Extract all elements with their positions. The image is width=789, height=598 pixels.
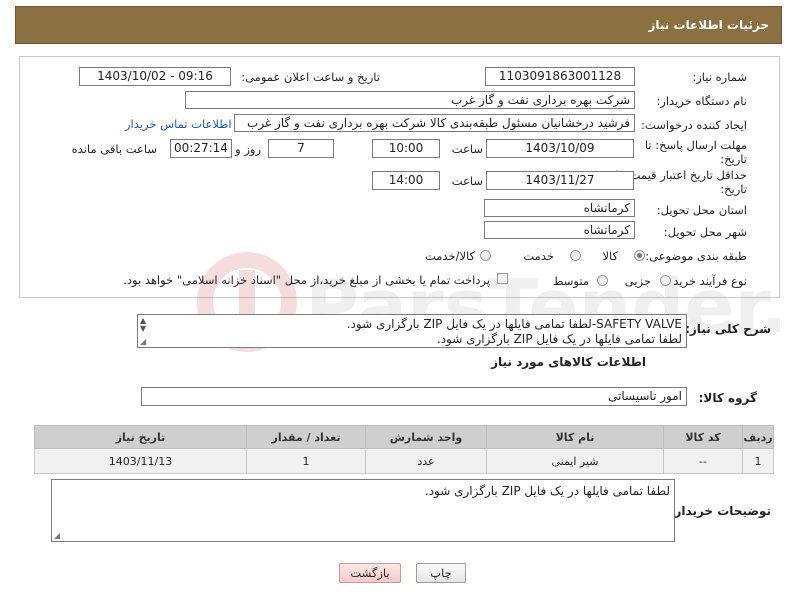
page-header: جزئیات اطلاعات نیاز (15, 6, 782, 44)
deadline-label: مهلت ارسال پاسخ: تا (644, 138, 747, 152)
need-number-field: 1103091863001128 (485, 67, 635, 86)
price-validity-date-label: تاریخ: (720, 182, 747, 196)
description-textarea[interactable]: SAFETY VALVE-لطفا تمامی فایلها در یک فای… (137, 314, 687, 348)
category-label: طبقه بندی موضوعی: (645, 249, 747, 263)
process-radio-minor[interactable] (660, 275, 671, 286)
buyer-notes-textarea[interactable]: لطفا تمامی فایلها در یک فایل ZIP بارگزار… (51, 479, 675, 542)
creator-field: فرشید درخشانیان مسئول طبقه‌بندی کالا شرک… (234, 114, 635, 132)
days-field: 7 (268, 139, 334, 158)
buyer-contact-link[interactable]: اطلاعات تماس خریدار (125, 117, 232, 131)
days-label: روز و (235, 142, 261, 156)
deadline-date-label: تاریخ: (720, 152, 747, 166)
need-number-label: شماره نیاز: (692, 70, 747, 84)
print-button[interactable]: چاپ (416, 563, 466, 583)
col-name: نام کالا (486, 425, 664, 449)
goods-table-header: ردیف کد کالا نام کالا واحد شمارش تعداد /… (34, 425, 774, 449)
scroll-down-icon[interactable]: ▼ (140, 325, 146, 333)
category-option-goods: کالا (602, 249, 618, 263)
description-line-1: SAFETY VALVE-لطفا تمامی فایلها در یک فای… (346, 317, 682, 331)
remaining-time-field: 00:27:14 (170, 139, 232, 158)
goods-group-label: گروه کالا: (698, 391, 757, 405)
col-qty: تعداد / مقدار (246, 425, 366, 449)
process-option-medium: متوسط (552, 274, 589, 288)
price-validity-date-field: 1403/11/27 (486, 171, 634, 190)
process-option-minor: جزیی (624, 274, 651, 288)
cell-row: 1 (742, 448, 774, 474)
deadline-time-field: 10:00 (372, 139, 440, 158)
deadline-time-label: ساعت (451, 142, 483, 156)
goods-group-field: امور تاسیساتی (141, 387, 687, 406)
process-label: نوع فرآیند خرید : (665, 274, 747, 288)
col-date: تاریخ نیاز (34, 425, 247, 449)
page-title: جزئیات اطلاعات نیاز (648, 18, 769, 32)
buyer-org-field: شرکت بهره برداری نفت و گاز غرب (185, 91, 635, 109)
announce-field: 1403/10/02 - 09:16 (79, 67, 231, 86)
category-radio-goods-service[interactable] (480, 250, 491, 261)
buyer-notes-text: لطفا تمامی فایلها در یک فایل ZIP بارگزار… (424, 484, 670, 498)
cell-qty: 1 (246, 448, 366, 474)
buyer-org-label: نام دستگاه خریدار: (656, 94, 747, 108)
treasury-payment-checkbox[interactable] (497, 273, 508, 284)
creator-label: ایجاد کننده درخواست: (641, 118, 747, 132)
category-radio-service[interactable] (570, 250, 581, 261)
price-validity-time-label: ساعت (451, 174, 483, 188)
cell-date: 1403/11/13 (34, 448, 247, 474)
remaining-time-label: ساعت باقی مانده (71, 142, 157, 156)
deadline-date-field: 1403/10/09 (486, 139, 634, 158)
city-label: شهر محل تحویل: (663, 225, 747, 239)
price-validity-label: حداقل تاریخ اعتبار قیمت: تا (615, 168, 747, 182)
province-field: کرمانشاه (484, 199, 635, 217)
province-label: استان محل تحویل: (656, 203, 747, 217)
resize-grip-icon[interactable]: ◢ (140, 338, 146, 346)
price-validity-time-field: 14:00 (372, 171, 440, 190)
goods-section-title: اطلاعات کالاهای مورد نیاز (491, 355, 646, 369)
city-field: کرمانشاه (484, 221, 635, 239)
announce-label: تاریخ و ساعت اعلان عمومی: (241, 70, 380, 84)
back-button[interactable]: بازگشت (339, 563, 401, 583)
col-code: کد کالا (663, 425, 743, 449)
table-row: 1 -- شیر ایمنی عدد 1 1403/11/13 (34, 448, 774, 474)
category-radio-goods[interactable] (634, 250, 645, 261)
resize-grip-icon[interactable]: ◢ (54, 532, 60, 540)
goods-table: ردیف کد کالا نام کالا واحد شمارش تعداد /… (34, 425, 774, 474)
process-radio-medium[interactable] (597, 275, 608, 286)
description-line-2: لطفا تمامی فایلها در یک فایل ZIP بارگزار… (436, 332, 682, 346)
buyer-notes-label: توضیحات خریدار: (669, 504, 771, 518)
col-row: ردیف (742, 425, 774, 449)
cell-code: -- (663, 448, 743, 474)
cell-unit: عدد (365, 448, 487, 474)
description-label: شرح کلی نیاز: (685, 322, 771, 336)
treasury-payment-note: پرداخت تمام یا بخشی از مبلغ خرید،از محل … (123, 273, 490, 287)
category-option-goods-service: کالا/خدمت (424, 249, 475, 263)
cell-name: شیر ایمنی (486, 448, 664, 474)
col-unit: واحد شمارش (365, 425, 487, 449)
category-option-service: خدمت (523, 249, 554, 263)
